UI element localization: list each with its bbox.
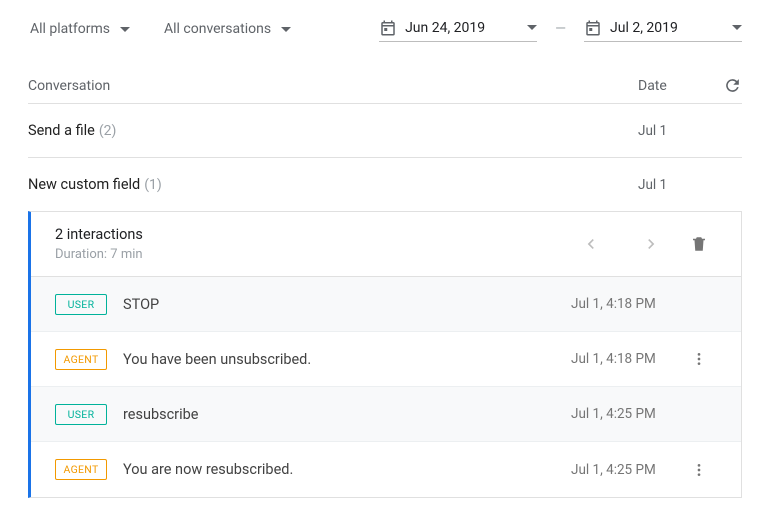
- chevron-down-icon: [281, 27, 291, 32]
- more-vert-icon: [691, 351, 707, 367]
- refresh-button[interactable]: [723, 76, 742, 95]
- chevron-down-icon: [732, 25, 742, 30]
- date-range-dash: —: [555, 21, 566, 37]
- interactions-count: 2 interactions: [55, 226, 143, 243]
- column-headers: Conversation Date: [28, 76, 742, 104]
- prev-button[interactable]: [561, 234, 621, 254]
- trash-icon: [690, 235, 708, 253]
- page-root: All platforms All conversations Jun 24, …: [0, 0, 770, 498]
- card-header: 2 interactions Duration: 7 min: [31, 212, 741, 277]
- conversation-row[interactable]: New custom field (1) Jul 1: [28, 158, 742, 212]
- conversation-count: (2): [99, 123, 117, 139]
- duration-label: Duration: 7 min: [55, 247, 143, 262]
- platform-dropdown-label: All platforms: [30, 21, 110, 37]
- conversation-title: New custom field: [28, 176, 140, 193]
- message-time: Jul 1, 4:25 PM: [571, 462, 681, 478]
- calendar-icon: [584, 19, 602, 37]
- date-to-label: Jul 2, 2019: [610, 20, 724, 36]
- message-time: Jul 1, 4:18 PM: [571, 351, 681, 367]
- role-badge-agent: AGENT: [55, 459, 107, 480]
- message-time: Jul 1, 4:25 PM: [571, 406, 681, 422]
- conversations-dropdown[interactable]: All conversations: [162, 17, 297, 41]
- date-to-picker[interactable]: Jul 2, 2019: [584, 17, 742, 42]
- message-text: You are now resubscribed.: [123, 461, 571, 478]
- calendar-icon: [379, 19, 397, 37]
- message-text: resubscribe: [123, 406, 571, 423]
- message-text: You have been unsubscribed.: [123, 351, 571, 368]
- message-text: STOP: [123, 296, 571, 313]
- more-vert-icon: [691, 462, 707, 478]
- column-conversation: Conversation: [28, 78, 638, 94]
- next-button[interactable]: [621, 234, 681, 254]
- conversation-title: Send a file: [28, 122, 95, 139]
- message-row: USER resubscribe Jul 1, 4:25 PM: [31, 387, 741, 442]
- role-badge-agent: AGENT: [55, 349, 107, 370]
- conversation-count: (1): [144, 177, 162, 193]
- conversations-dropdown-label: All conversations: [164, 21, 271, 37]
- message-time: Jul 1, 4:18 PM: [571, 296, 681, 312]
- message-row: AGENT You are now resubscribed. Jul 1, 4…: [31, 442, 741, 497]
- chevron-left-icon: [581, 234, 601, 254]
- delete-button[interactable]: [681, 235, 717, 253]
- message-menu-button[interactable]: [681, 462, 717, 478]
- conversation-date: Jul 1: [638, 123, 698, 139]
- message-row: AGENT You have been unsubscribed. Jul 1,…: [31, 332, 741, 387]
- chevron-down-icon: [527, 25, 537, 30]
- role-badge-user: USER: [55, 294, 107, 315]
- chevron-down-icon: [120, 27, 130, 32]
- column-date: Date: [638, 78, 698, 94]
- date-from-picker[interactable]: Jun 24, 2019: [379, 17, 537, 42]
- message-menu-button[interactable]: [681, 351, 717, 367]
- message-row: USER STOP Jul 1, 4:18 PM: [31, 277, 741, 332]
- platform-dropdown[interactable]: All platforms: [28, 17, 136, 41]
- chevron-right-icon: [641, 234, 661, 254]
- conversation-row[interactable]: Send a file (2) Jul 1: [28, 104, 742, 158]
- conversation-detail-card: 2 interactions Duration: 7 min USER STOP…: [28, 211, 742, 498]
- role-badge-user: USER: [55, 404, 107, 425]
- conversation-date: Jul 1: [638, 177, 698, 193]
- date-from-label: Jun 24, 2019: [405, 20, 519, 36]
- filter-row: All platforms All conversations Jun 24, …: [28, 14, 742, 44]
